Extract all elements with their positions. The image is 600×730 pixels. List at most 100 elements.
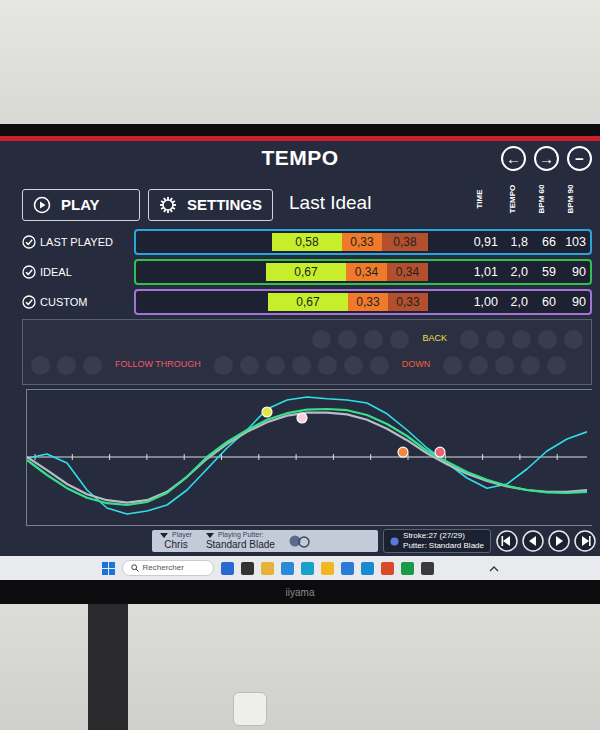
app-icon[interactable] — [421, 562, 434, 575]
axis-line — [27, 457, 587, 458]
timeline-dot — [240, 356, 259, 375]
segment: 0,67 — [266, 263, 346, 281]
timeline-dot — [370, 356, 389, 375]
timeline-dot — [486, 330, 505, 349]
phase-marker — [435, 447, 445, 457]
nav-button[interactable]: − — [567, 146, 592, 171]
stat-value: 1,00 — [462, 293, 498, 312]
app-icon[interactable] — [301, 562, 314, 575]
prev-icon[interactable] — [522, 530, 544, 552]
stat-value: 90 — [556, 293, 586, 312]
tempo-row: LAST PLAYED 0,580,330,380,911,866103 — [0, 229, 600, 255]
app-icon[interactable] — [381, 562, 394, 575]
player-select[interactable]: PlayerChris — [160, 531, 192, 551]
app-icon[interactable] — [261, 562, 274, 575]
segments: 0,670,340,34 — [136, 263, 462, 281]
monitor-stand — [88, 604, 128, 730]
phase-label: FOLLOW THROUGH — [109, 358, 207, 372]
tempo-bar: 0,580,330,380,911,866103 — [134, 229, 592, 255]
mode-label: Last Ideal — [289, 189, 371, 218]
axis-tick — [296, 454, 297, 460]
app-icon[interactable] — [321, 562, 334, 575]
timeline-dot — [83, 356, 102, 375]
search-box[interactable]: Rechercher — [122, 560, 214, 576]
tempo-row: IDEAL0,670,340,341,012,05990 — [0, 259, 600, 285]
stat-value: 2,0 — [498, 293, 528, 312]
last-icon[interactable] — [574, 530, 596, 552]
stat-value: 1,8 — [498, 233, 528, 252]
column-headers: TIMETEMPOBPM 60BPM 90 — [462, 177, 586, 221]
windows-icon[interactable] — [102, 562, 115, 575]
column-header: TEMPO — [498, 177, 528, 221]
nav-button[interactable]: ← — [501, 146, 526, 171]
tempo-row: CUSTOM0,670,330,331,002,06090 — [0, 289, 600, 315]
tempo-bar: 0,670,330,331,002,06090 — [134, 289, 592, 315]
app-icon[interactable] — [241, 562, 254, 575]
segment: 0,67 — [268, 293, 348, 311]
nav-button[interactable]: → — [534, 146, 559, 171]
app-icon[interactable] — [221, 562, 234, 575]
tempo-bar: 0,670,340,341,012,05990 — [134, 259, 592, 285]
segment: 0,33 — [342, 233, 382, 251]
stat-value: 66 — [528, 233, 556, 252]
play-icon — [33, 196, 51, 214]
timeline-dot — [292, 356, 311, 375]
column-label: BPM 90 — [565, 185, 577, 214]
axis-tick — [557, 454, 558, 460]
timeline-dot — [57, 356, 76, 375]
row-label[interactable]: IDEAL — [22, 264, 134, 281]
row-name: CUSTOM — [40, 294, 87, 311]
app-icon[interactable] — [281, 562, 294, 575]
app-icon[interactable] — [361, 562, 374, 575]
stat-value: 59 — [528, 263, 556, 282]
phase-marker — [398, 447, 408, 457]
gear-icon — [159, 196, 177, 214]
app-icon[interactable] — [341, 562, 354, 575]
next-icon[interactable] — [548, 530, 570, 552]
monitor-bezel-bottom: iiyama — [0, 580, 600, 604]
segment: 0,33 — [348, 293, 388, 311]
power-outlet — [233, 692, 267, 726]
settings-button[interactable]: SETTINGS — [148, 189, 273, 221]
putter-select[interactable]: Playing Putter:Standard Blade — [206, 531, 275, 551]
row-label[interactable]: CUSTOM — [22, 294, 134, 311]
check-icon — [22, 295, 36, 309]
play-button[interactable]: PLAY — [22, 189, 140, 221]
field-caption: Player — [160, 531, 192, 539]
timeline-dot — [338, 330, 357, 349]
stats: 1,002,06090 — [462, 293, 586, 312]
button-label: SETTINGS — [187, 194, 262, 217]
monitor-bezel: TEMPO ← →− PLAY SETTINGS Last Ideal TIMETEMPOB… — [0, 124, 600, 604]
toolbar: PLAY SETTINGS Last Ideal TIMETEMPOBPM 60BPM… — [0, 177, 600, 221]
button-label: PLAY — [61, 194, 100, 217]
stats: 1,012,05990 — [462, 263, 586, 282]
stat-value: 1,01 — [462, 263, 498, 282]
timeline-row: FOLLOW THROUGHDOWN — [23, 352, 591, 378]
timeline-dot — [547, 356, 566, 375]
row-label[interactable]: LAST PLAYED — [22, 234, 134, 251]
stat-value: 90 — [556, 263, 586, 282]
app-screen: TEMPO ← →− PLAY SETTINGS Last Ideal TIMETEMPOB… — [0, 136, 600, 580]
stroke-putter: Putter: Standard Blade — [403, 541, 484, 551]
timeline-dot — [318, 356, 337, 375]
axis-tick — [146, 454, 147, 460]
app-icon[interactable] — [401, 562, 414, 575]
axis-tick — [184, 454, 185, 460]
column-label: TEMPO — [507, 185, 519, 213]
dropdown-arrow-icon — [160, 533, 168, 538]
axis-tick — [258, 454, 259, 460]
first-icon[interactable] — [496, 530, 518, 552]
timeline-dot — [538, 330, 557, 349]
stroke-nav — [496, 530, 596, 552]
timeline-dot — [312, 330, 331, 349]
field-value: Chris — [160, 539, 192, 551]
wall — [0, 604, 600, 730]
phase-marker — [262, 407, 272, 417]
axis-tick — [445, 454, 446, 460]
timeline-dot — [31, 356, 50, 375]
series-line — [27, 413, 587, 503]
nav-buttons: ← →− — [339, 146, 600, 171]
row-name: LAST PLAYED — [40, 234, 113, 251]
field-caption: Playing Putter: — [206, 531, 275, 539]
page-title: TEMPO — [261, 142, 338, 174]
